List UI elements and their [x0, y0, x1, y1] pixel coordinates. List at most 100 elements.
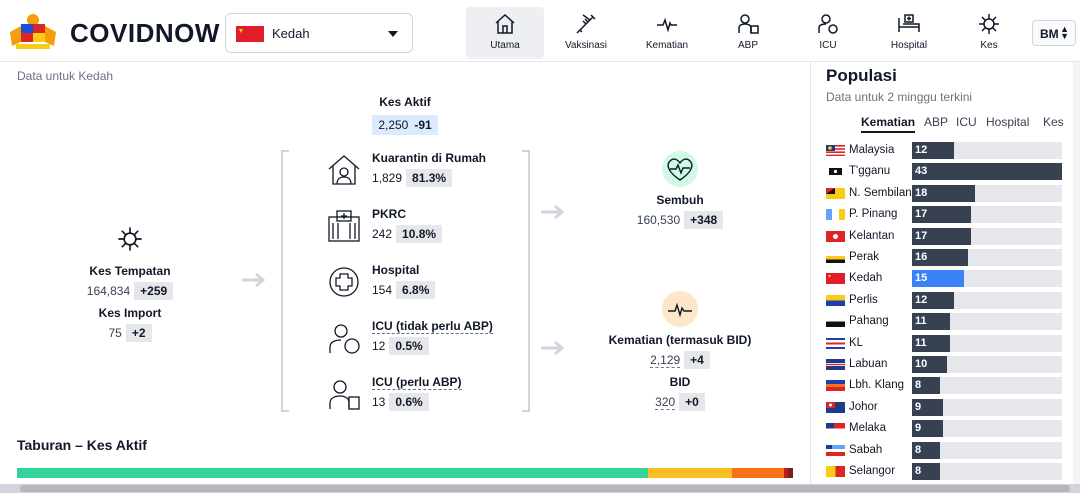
ranking-bar-value: 8 [915, 443, 922, 456]
bid-delta: +0 [679, 393, 705, 411]
nav-kes[interactable]: Kes [950, 7, 1028, 59]
perak-flag-icon [826, 252, 845, 263]
deaths-value[interactable]: 2,129 [650, 353, 681, 368]
malaysia-coat-of-arms-logo[interactable] [6, 12, 60, 52]
component-title: PKRC [372, 207, 407, 221]
ranking-row-name: Sabah [849, 443, 883, 456]
component-pct: 81.3% [406, 169, 453, 187]
import-cases-value: 75 [108, 326, 122, 340]
component-title[interactable]: ICU (perlu ABP) [372, 375, 462, 390]
ranking-bar: 12 [912, 291, 954, 309]
perlis-flag-icon [826, 294, 845, 306]
ranking-row-name: Malaysia [849, 144, 895, 156]
ranking-bar-track: 17 [912, 206, 1062, 224]
bid-values: 320 +0 [600, 393, 760, 411]
nav-label: ABP [737, 40, 758, 51]
tab-icu[interactable]: ICU [956, 115, 977, 129]
ranking-bar-value: 43 [915, 165, 928, 178]
brand-title[interactable]: COVIDNOW [70, 18, 220, 49]
ranking-row-name: Kelantan [849, 229, 895, 242]
deaths-values: 2,129 +4 [600, 351, 760, 369]
language-select[interactable]: BM ▲ ▼ [1032, 20, 1076, 46]
sabah-flag-icon [826, 444, 845, 456]
tab-hospital[interactable]: Hospital [986, 115, 1029, 129]
ranking-panel: Populasi Data untuk 2 minggu terkini Kem… [810, 62, 1080, 487]
nav-icu[interactable]: ICU [789, 7, 867, 59]
component-value: 154 [372, 283, 393, 297]
nav-kematian[interactable]: Kematian [628, 7, 706, 59]
johor-flag-icon [826, 401, 845, 413]
bracket-left [281, 150, 289, 412]
bid-value[interactable]: 320 [655, 395, 676, 410]
ranking-row: T'gganu 43 [826, 163, 1066, 181]
ranking-bar-track: 8 [912, 377, 1062, 395]
local-cases: Kes Tempatan 164,834 +259 Kes Import 75 +2 [60, 225, 200, 342]
ranking-bar-value: 17 [915, 229, 928, 242]
nav-utama[interactable]: Utama [466, 7, 544, 59]
tab-kes[interactable]: Kes [1043, 115, 1064, 129]
scrollbar-thumb[interactable] [20, 485, 1070, 492]
distribution-segment [647, 468, 732, 478]
ventilator-person-icon [738, 14, 759, 34]
nsembilan-flag-icon [826, 187, 845, 199]
hospital-cross-icon [329, 267, 359, 297]
virus-icon [979, 14, 999, 34]
pahang-flag-icon [826, 316, 845, 328]
ranking-bar: 17 [912, 206, 972, 224]
penang-flag-icon [826, 209, 845, 221]
top-header: COVIDNOW Kedah Utama Vaksinasi Kematian … [0, 0, 1080, 62]
ranking-bar-track: 12 [912, 142, 1062, 159]
component-values: 154 6.8% [372, 281, 436, 299]
deaths: Kematian (termasuk BID) 2,129 +4 BID 320 +… [600, 291, 760, 411]
ranking-bar: 18 [912, 184, 975, 202]
ranking-row: Pahang 11 [826, 313, 1066, 331]
ranking-bar-value: 16 [915, 251, 928, 263]
ranking-row: Perak 16 [826, 249, 1066, 267]
active-cases-delta: -91 [414, 118, 432, 132]
ranking-bar: 12 [912, 142, 954, 159]
ranking-bar-track: 8 [912, 463, 1062, 480]
home-icon [495, 13, 515, 34]
ranking-bar: 17 [912, 227, 972, 245]
kl-flag-icon [826, 337, 845, 349]
component-title[interactable]: ICU (tidak perlu ABP) [372, 319, 493, 334]
component-value: 1,829 [372, 171, 403, 185]
ranking-bar-track: 10 [912, 356, 1062, 373]
tab-kematian[interactable]: Kematian [861, 115, 916, 133]
ranking-row: Sabah 8 [826, 441, 1066, 460]
ranking-bar: 15 [912, 270, 965, 288]
component-values: 12 0.5% [372, 337, 429, 355]
nav-label: ICU [819, 40, 837, 51]
component-icu-ventilator: ICU (perlu ABP) 13 0.6% [327, 375, 517, 419]
recovered: Sembuh 160,530 +348 [600, 151, 760, 229]
ranking-row-name: Labuan [849, 358, 888, 370]
ranking-bar-value: 8 [915, 465, 922, 477]
local-cases-title: Kes Tempatan [89, 264, 171, 278]
ranking-row-name: Perak [849, 251, 880, 263]
tab-abp[interactable]: ABP [924, 115, 948, 129]
ranking-bar-track: 9 [912, 398, 1062, 416]
deaths-title: Kematian (termasuk BID) [608, 333, 752, 347]
ranking-row-name: Johor [849, 400, 878, 413]
deaths-delta: +4 [684, 351, 710, 369]
ranking-bar: 10 [912, 356, 947, 373]
vertical-scrollbar[interactable] [1073, 62, 1080, 484]
ranking-row-name: Melaka [849, 422, 887, 435]
language-value: BM [1040, 27, 1059, 41]
nav-label: Hospital [890, 40, 928, 51]
ranking-title: Populasi [826, 66, 897, 85]
ranking-bar-track: 11 [912, 313, 1062, 331]
horizontal-scrollbar[interactable] [0, 484, 1080, 493]
ranking-row-name: Lbh. Klang [849, 379, 904, 392]
kedah-flag-icon [826, 273, 845, 285]
nav-label: Utama [490, 40, 520, 51]
nav-abp[interactable]: ABP [709, 7, 787, 59]
import-cases-title: Kes Import [98, 306, 162, 320]
ranking-row-name: Selangor [849, 465, 896, 477]
nav-vaksinasi[interactable]: Vaksinasi [547, 7, 625, 59]
nav-hospital[interactable]: Hospital [870, 7, 948, 59]
ranking-row: Malaysia 12 [826, 142, 1066, 160]
state-select[interactable]: Kedah [225, 13, 413, 53]
component-pct: 0.6% [389, 393, 429, 411]
ranking-row-name: P. Pinang [849, 208, 898, 221]
